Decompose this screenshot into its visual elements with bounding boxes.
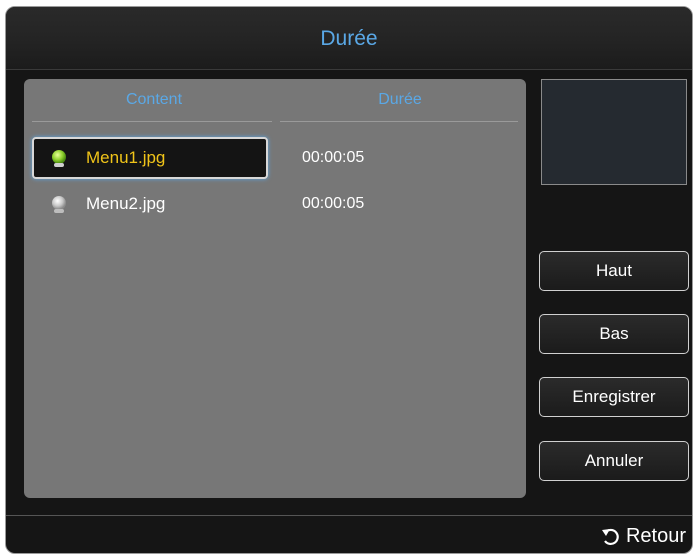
list-item-name: Menu2.jpg [86, 194, 166, 213]
list-item-duration: 00:00:05 [302, 195, 365, 212]
up-button[interactable]: Haut [539, 251, 689, 291]
list-item-duration: 00:00:05 [302, 149, 365, 166]
save-button[interactable]: Enregistrer [539, 377, 689, 417]
preview-thumbnail [541, 79, 687, 185]
back-button[interactable]: Retour [600, 525, 686, 548]
cancel-button[interactable]: Annuler [539, 441, 689, 481]
header-divider [32, 121, 272, 122]
gray-bulb-icon [52, 196, 66, 213]
list-item-name: Menu1.jpg [86, 148, 166, 167]
back-label: Retour [625, 525, 686, 547]
content-list-panel: Content Durée Menu1.jpg 00:00:05 Menu2.j… [24, 79, 526, 498]
title-bar: Durée [6, 7, 692, 70]
return-arrow-icon [601, 528, 619, 545]
footer-divider [6, 515, 692, 516]
dialog-title: Durée [320, 27, 378, 50]
duration-dialog: Durée Content Durée Menu1.jpg 00:00:05 M… [5, 6, 693, 554]
column-header-duration: Durée [378, 91, 422, 108]
list-item-menu2[interactable]: Menu2.jpg 00:00:05 [32, 183, 520, 225]
down-button[interactable]: Bas [539, 314, 689, 354]
header-divider [280, 121, 518, 122]
list-item-menu1[interactable]: Menu1.jpg 00:00:05 [32, 137, 520, 179]
column-header-content: Content [125, 91, 183, 108]
green-bulb-icon [52, 150, 66, 167]
